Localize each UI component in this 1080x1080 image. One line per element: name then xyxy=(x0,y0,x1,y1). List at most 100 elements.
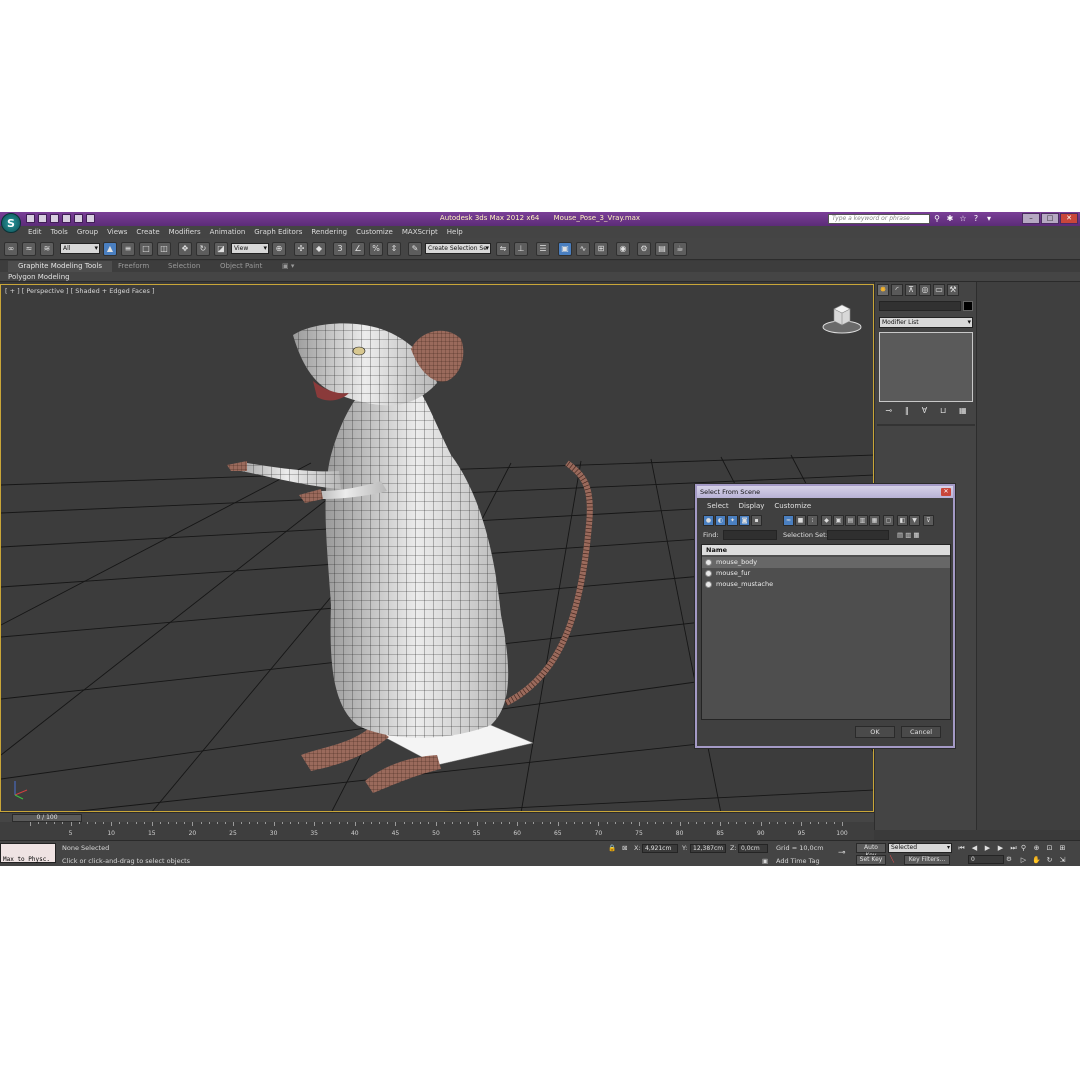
list-item-mouse-fur[interactable]: mouse_fur xyxy=(702,568,950,579)
edit-named-selection-icon[interactable]: ✎ xyxy=(408,242,422,256)
maxscript-listener[interactable]: Max to Physc. xyxy=(0,843,56,863)
time-config-icon[interactable]: ⚙ xyxy=(1006,855,1012,863)
menu-graph-editors[interactable]: Graph Editors xyxy=(254,226,302,238)
time-slider[interactable]: 0 / 100 xyxy=(0,812,874,822)
tab-object-paint[interactable]: Object Paint xyxy=(220,261,262,272)
help-icon[interactable]: ? xyxy=(971,214,981,224)
x-coord-field[interactable]: 4,921cm xyxy=(642,844,678,853)
display-containers-icon[interactable]: ▣ xyxy=(833,515,844,526)
menu-create[interactable]: Create xyxy=(136,226,159,238)
create-tab-icon[interactable]: ✸ xyxy=(877,284,889,296)
tab-graphite-modeling-tools[interactable]: Graphite Modeling Tools xyxy=(8,261,113,272)
filter-options-icon[interactable]: ⊽ xyxy=(923,515,934,526)
menu-rendering[interactable]: Rendering xyxy=(311,226,347,238)
dialog-menu-customize[interactable]: Customize xyxy=(774,500,811,512)
time-tag-icon[interactable]: ▣ xyxy=(762,857,768,865)
display-spacewarps-icon[interactable]: ≈ xyxy=(783,515,794,526)
ribbon-options-icon[interactable]: ▣ ▾ xyxy=(282,261,294,272)
time-slider-thumb[interactable]: 0 / 100 xyxy=(12,814,82,822)
zoom-icon[interactable]: ⚲ xyxy=(1018,843,1029,853)
add-time-tag[interactable]: Add Time Tag xyxy=(776,857,820,865)
zoom-extents-all-icon[interactable]: ⊞ xyxy=(1057,843,1068,853)
move-icon[interactable]: ✥ xyxy=(178,242,192,256)
pivot-center-icon[interactable]: ⊕ xyxy=(272,242,286,256)
display-helpers-icon[interactable]: ▪ xyxy=(751,515,762,526)
viewport-label[interactable]: [ + ] [ Perspective ] [ Shaded + Edged F… xyxy=(5,287,155,295)
menu-group[interactable]: Group xyxy=(77,226,98,238)
z-coord-field[interactable]: 0,0cm xyxy=(738,844,768,853)
play-icon[interactable]: ▶ xyxy=(982,843,993,853)
field-of-view-icon[interactable]: ▷ xyxy=(1018,855,1029,865)
zoom-all-icon[interactable]: ⊕ xyxy=(1031,843,1042,853)
snaps-toggle-icon[interactable]: 3 xyxy=(333,242,347,256)
show-end-result-icon[interactable]: ‖ xyxy=(905,406,909,415)
display-cameras-icon[interactable]: ◙ xyxy=(739,515,750,526)
viewcube-icon[interactable] xyxy=(821,301,863,337)
display-bones-icon[interactable]: ◆ xyxy=(821,515,832,526)
menu-customize[interactable]: Customize xyxy=(356,226,393,238)
zoom-extents-icon[interactable]: ⊡ xyxy=(1044,843,1055,853)
ribbon-panel-label[interactable]: Polygon Modeling xyxy=(8,272,70,282)
layer-manager-icon[interactable]: ☰ xyxy=(536,242,550,256)
graphite-toggle-icon[interactable]: ▣ xyxy=(558,242,572,256)
pin-stack-icon[interactable]: ⊸ xyxy=(885,406,892,415)
unlink-icon[interactable]: ≈ xyxy=(22,242,36,256)
select-invert-icon[interactable]: ◧ xyxy=(897,515,908,526)
menu-maxscript[interactable]: MAXScript xyxy=(402,226,438,238)
percent-snap-icon[interactable]: % xyxy=(369,242,383,256)
select-all-icon[interactable]: ▦ xyxy=(869,515,880,526)
scale-icon[interactable]: ◪ xyxy=(214,242,228,256)
align-icon[interactable]: ⊥ xyxy=(514,242,528,256)
dialog-menu-display[interactable]: Display xyxy=(739,500,765,512)
y-coord-field[interactable]: 12,387cm xyxy=(690,844,726,853)
selection-set-select[interactable] xyxy=(827,530,889,540)
curve-editor-icon[interactable]: ∿ xyxy=(576,242,590,256)
chevron-down-icon[interactable]: ▾ xyxy=(984,214,994,224)
display-shapes-icon[interactable]: ◐ xyxy=(715,515,726,526)
close-button[interactable]: ✕ xyxy=(1060,213,1078,224)
angle-snap-icon[interactable]: ∠ xyxy=(351,242,365,256)
utilities-tab-icon[interactable]: ⚒ xyxy=(947,284,959,296)
pan-icon[interactable]: ✋ xyxy=(1031,855,1042,865)
display-tab-icon[interactable]: ▭ xyxy=(933,284,945,296)
ok-button[interactable]: OK xyxy=(855,726,895,738)
hierarchy-tab-icon[interactable]: ⊼ xyxy=(905,284,917,296)
rotate-icon[interactable]: ↻ xyxy=(196,242,210,256)
rectangle-selection-icon[interactable]: □ xyxy=(139,242,153,256)
render-setup-icon[interactable]: ⚙ xyxy=(637,242,651,256)
maximize-viewport-icon[interactable]: ⇲ xyxy=(1057,855,1068,865)
display-hidden-icon[interactable]: ▥ xyxy=(857,515,868,526)
select-object-icon[interactable]: ▲ xyxy=(103,242,117,256)
list-column-name[interactable]: Name xyxy=(702,545,950,555)
selection-filter-select[interactable]: All xyxy=(60,243,100,254)
menu-animation[interactable]: Animation xyxy=(210,226,246,238)
display-frozen-icon[interactable]: ▤ xyxy=(845,515,856,526)
menu-edit[interactable]: Edit xyxy=(28,226,42,238)
select-manipulate-icon[interactable]: ✣ xyxy=(294,242,308,256)
modify-tab-icon[interactable]: ◜ xyxy=(891,284,903,296)
dialog-menu-select[interactable]: Select xyxy=(707,500,729,512)
absolute-mode-icon[interactable]: ⊠ xyxy=(622,844,627,852)
motion-tab-icon[interactable]: ◎ xyxy=(919,284,931,296)
key-icon[interactable]: ⊸ xyxy=(838,848,846,858)
track-bar[interactable]: 5 10 15 20 25 30 35 40 45 50 55 60 65 70 75 80 85 90 95 100 xyxy=(0,822,874,840)
object-name-field[interactable] xyxy=(879,301,961,311)
bind-spacewarp-icon[interactable]: ≋ xyxy=(40,242,54,256)
app-logo-icon[interactable]: S xyxy=(1,213,21,233)
named-selection-set-select[interactable]: Create Selection Se xyxy=(425,243,491,254)
subscription-icon[interactable]: ✱ xyxy=(945,214,955,224)
list-item-mouse-mustache[interactable]: mouse_mustache xyxy=(702,579,950,590)
select-none-icon[interactable]: ▢ xyxy=(883,515,894,526)
set-key-icon[interactable]: ╲ xyxy=(890,855,894,863)
orbit-icon[interactable]: ↻ xyxy=(1044,855,1055,865)
current-frame-field[interactable]: 0 xyxy=(968,855,1004,864)
schematic-view-icon[interactable]: ⊞ xyxy=(594,242,608,256)
find-input[interactable] xyxy=(723,530,777,540)
selection-set-tools-icon[interactable]: ▤ ▥ ▦ xyxy=(897,529,920,541)
cancel-button[interactable]: Cancel xyxy=(901,726,941,738)
menu-tools[interactable]: Tools xyxy=(51,226,68,238)
search-input[interactable]: Type a keyword or phrase xyxy=(828,214,930,224)
reference-coord-select[interactable]: View xyxy=(231,243,269,254)
key-filters-button[interactable]: Key Filters... xyxy=(904,855,950,865)
menu-help[interactable]: Help xyxy=(447,226,463,238)
